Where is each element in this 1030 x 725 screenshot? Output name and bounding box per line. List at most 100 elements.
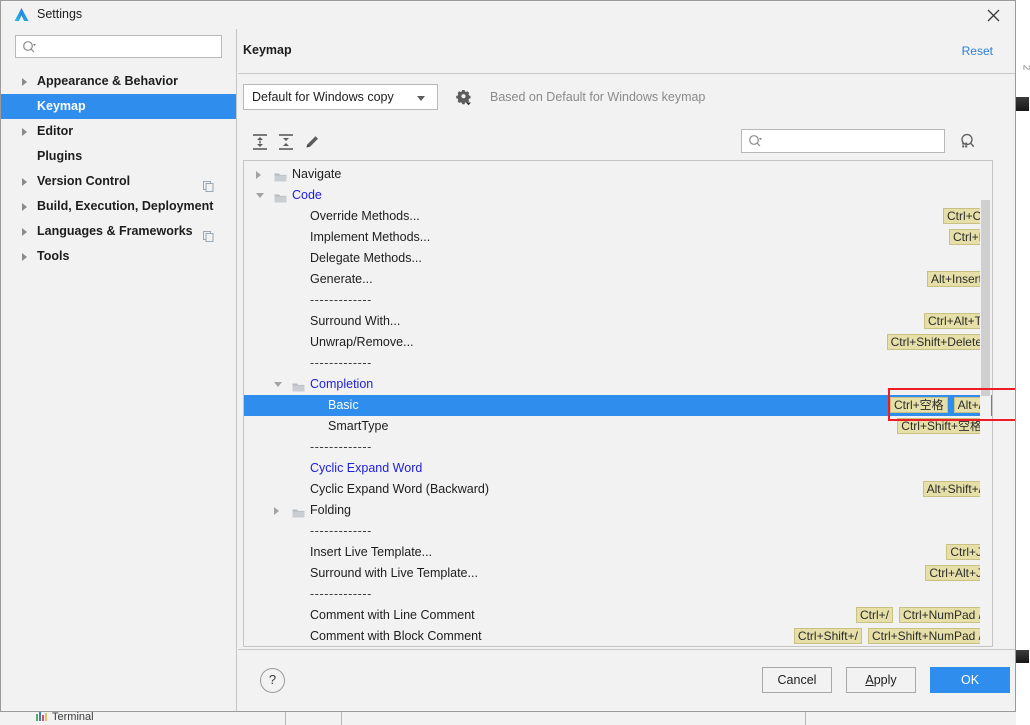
tree-row[interactable]: Cyclic Expand Word (Backward) Alt+Shift+/	[244, 479, 992, 500]
pencil-edit-icon[interactable]	[302, 132, 322, 152]
gear-icon[interactable]	[456, 89, 473, 106]
based-on-keymap-text: Based on Default for Windows keymap	[490, 90, 706, 104]
dialog-title: Settings	[37, 7, 83, 21]
footer-divider	[238, 649, 1015, 650]
ide-scrollbar-thumb-bottom[interactable]	[1016, 650, 1029, 663]
tree-row-label: Delegate Methods...	[310, 251, 422, 265]
shortcut-badge: Ctrl+/	[855, 607, 893, 623]
tree-separator-row: -------------	[244, 584, 992, 605]
separator-dashes: -------------	[310, 293, 372, 307]
tree-row[interactable]: Basic Ctrl+空格 Alt+/	[244, 395, 992, 416]
chevron-down-icon[interactable]	[256, 193, 264, 198]
settings-sidebar: Appearance & Behavior Keymap Editor Plugins…	[1, 29, 237, 711]
chevron-right-icon[interactable]	[274, 507, 279, 515]
separator-dashes: -------------	[310, 440, 372, 454]
tree-row[interactable]: Folding	[244, 500, 992, 521]
tree-row-label: Navigate	[292, 167, 342, 181]
shortcut-list: Ctrl+Shift+Delete	[881, 334, 986, 355]
chevron-down-icon[interactable]	[274, 382, 282, 387]
ok-button[interactable]: OK	[930, 667, 1010, 693]
chevron-right-icon[interactable]	[22, 178, 27, 186]
keymap-list-scrollbar-thumb[interactable]	[981, 200, 990, 396]
shortcut-list: Ctrl+空格 Alt+/	[884, 397, 986, 418]
tree-row[interactable]: Completion	[244, 374, 992, 395]
sidebar-item-keymap[interactable]: Keymap	[1, 94, 236, 119]
keymap-panel: Keymap Reset Default for Windows copy Ba…	[238, 29, 1015, 711]
shortcut-list: Ctrl+O	[937, 208, 986, 229]
sidebar-item-label: Version Control	[37, 174, 131, 188]
tree-row[interactable]: Navigate	[244, 164, 992, 185]
reset-link[interactable]: Reset	[962, 44, 993, 58]
tree-row[interactable]: Surround with Live Template... Ctrl+Alt+J	[244, 563, 992, 584]
tree-row[interactable]: Override Methods... Ctrl+O	[244, 206, 992, 227]
separator-dashes: -------------	[310, 587, 372, 601]
tree-row-label: Override Methods...	[310, 209, 420, 223]
settings-dialog: Settings Appearance & Behavior Keymap Edit…	[0, 0, 1016, 712]
dialog-titlebar: Settings	[1, 1, 1015, 29]
tree-row[interactable]: Comment with Line Comment Ctrl+/ Ctrl+NumP…	[244, 605, 992, 626]
tree-row-label: Folding	[310, 503, 351, 517]
keymap-list-scrollbar[interactable]	[980, 162, 991, 645]
tree-row[interactable]: Unwrap/Remove... Ctrl+Shift+Delete	[244, 332, 992, 353]
tree-separator-row: -------------	[244, 353, 992, 374]
tree-row[interactable]: Delegate Methods...	[244, 248, 992, 269]
apply-mnemonic: A	[865, 673, 874, 687]
keymap-toolbar	[238, 122, 1015, 160]
chevron-right-icon[interactable]	[22, 128, 27, 136]
shortcut-search-input[interactable]	[741, 129, 945, 153]
sidebar-item-appearance-behavior[interactable]: Appearance & Behavior	[1, 69, 236, 94]
ide-gutter-number: 2	[1021, 65, 1030, 71]
ide-status-text[interactable]: Terminal	[52, 711, 94, 723]
intellij-logo-icon	[14, 8, 29, 21]
sidebar-item-languages-frameworks[interactable]: Languages & Frameworks	[1, 219, 236, 244]
help-button[interactable]: ?	[260, 668, 285, 693]
tree-row[interactable]: Surround With... Ctrl+Alt+T	[244, 311, 992, 332]
ide-scrollbar-thumb-top[interactable]	[1016, 97, 1029, 111]
shortcut-list: Ctrl+Alt+J	[919, 565, 986, 586]
panel-header: Keymap Reset	[238, 29, 1015, 74]
tree-row-label: Comment with Line Comment	[310, 608, 475, 622]
settings-search-input[interactable]	[15, 35, 222, 58]
tree-row-label: Generate...	[310, 272, 373, 286]
search-icon	[23, 41, 36, 53]
tree-row-label: Cyclic Expand Word	[310, 461, 423, 475]
tree-row[interactable]: Insert Live Template... Ctrl+J	[244, 542, 992, 563]
chevron-right-icon[interactable]	[22, 228, 27, 236]
chevron-right-icon[interactable]	[22, 203, 27, 211]
cancel-button[interactable]: Cancel	[762, 667, 832, 693]
settings-category-tree: Appearance & Behavior Keymap Editor Plugins…	[1, 69, 236, 269]
shortcut-badge: Ctrl+Shift+Delete	[886, 334, 986, 350]
find-by-shortcut-icon[interactable]	[958, 132, 976, 150]
sidebar-item-tools[interactable]: Tools	[1, 244, 236, 269]
keymap-select[interactable]: Default for Windows copy	[243, 84, 438, 110]
search-icon	[749, 135, 762, 147]
apply-rest: pply	[873, 673, 897, 687]
shortcut-badge: Ctrl+Alt+T	[923, 313, 986, 329]
page-title: Keymap	[243, 43, 292, 57]
sidebar-item-editor[interactable]: Editor	[1, 119, 236, 144]
tree-row-label: SmartType	[328, 419, 389, 433]
shortcut-badge: Ctrl+NumPad /	[898, 607, 986, 623]
tree-row[interactable]: Implement Methods... Ctrl+I	[244, 227, 992, 248]
close-icon[interactable]	[981, 3, 1007, 27]
keymap-tree: Navigate Code Override Methods... Ctrl+O Imp…	[244, 164, 992, 646]
sidebar-item-label: Languages & Frameworks	[37, 224, 193, 238]
tree-row[interactable]: Generate... Alt+Insert	[244, 269, 992, 290]
shortcut-badge: Alt+Shift+/	[922, 481, 986, 497]
collapse-all-icon[interactable]	[276, 132, 296, 152]
chevron-right-icon[interactable]	[22, 78, 27, 86]
apply-button[interactable]: Apply	[846, 667, 916, 693]
sidebar-item-build-execution-deployment[interactable]: Build, Execution, Deployment	[1, 194, 236, 219]
chevron-right-icon[interactable]	[256, 171, 261, 179]
tree-row-label: Implement Methods...	[310, 230, 431, 244]
tree-row[interactable]: Comment with Block Comment Ctrl+Shift+/Ct…	[244, 626, 992, 646]
tree-row[interactable]: Cyclic Expand Word	[244, 458, 992, 479]
separator-dashes: -------------	[310, 524, 372, 538]
tree-row[interactable]: SmartType Ctrl+Shift+空格	[244, 416, 992, 437]
expand-all-icon[interactable]	[250, 132, 270, 152]
sidebar-item-plugins[interactable]: Plugins	[1, 144, 236, 169]
chevron-right-icon[interactable]	[22, 253, 27, 261]
tree-row[interactable]: Code	[244, 185, 992, 206]
tree-row-label: Surround With...	[310, 314, 401, 328]
sidebar-item-version-control[interactable]: Version Control	[1, 169, 236, 194]
